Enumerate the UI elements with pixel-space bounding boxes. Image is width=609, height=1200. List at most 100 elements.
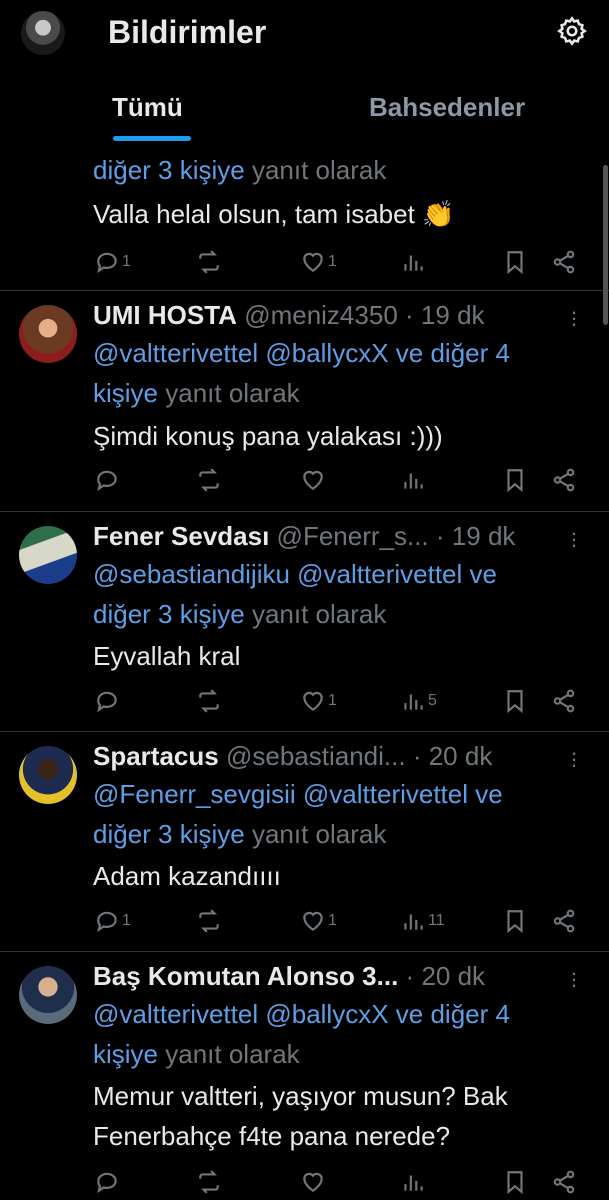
like-button[interactable]	[300, 467, 326, 493]
reply-button[interactable]	[94, 1169, 120, 1195]
reply-mentions-cont[interactable]: kişiye	[93, 1039, 158, 1069]
reply-context: @sebastiandijiku @valtterivettel ve diğe…	[93, 554, 593, 634]
retweet-button[interactable]	[196, 249, 222, 275]
reply-mentions[interactable]: @sebastiandijiku @valtterivettel ve	[93, 559, 497, 589]
author-name[interactable]: Spartacus	[93, 741, 219, 771]
tweet-actions: 1 5	[0, 688, 609, 716]
avatar[interactable]	[19, 966, 77, 1024]
avatar[interactable]	[19, 526, 77, 584]
author-handle[interactable]: @meniz4350	[244, 300, 398, 330]
tweet-actions: 1 1 11	[0, 908, 609, 936]
tweet-header: Spartacus @sebastiandi... · 20 dk	[93, 741, 493, 771]
retweet-icon	[199, 1170, 219, 1194]
bookmark-button[interactable]	[502, 467, 528, 493]
timestamp[interactable]: 20 dk	[429, 741, 493, 771]
share-button[interactable]	[551, 688, 577, 714]
reply-suffix: yanıt olarak	[165, 378, 300, 408]
reply-mentions[interactable]: diğer 3 kişiye	[93, 155, 245, 185]
scrollbar[interactable]	[603, 165, 608, 325]
notifications-feed: diğer 3 kişiye yanıt olarak Valla helal …	[0, 140, 609, 1200]
reply-icon	[97, 470, 117, 492]
more-icon[interactable]: · · ·	[568, 522, 580, 556]
heart-icon	[303, 252, 323, 272]
tab-all[interactable]: Tümü	[112, 92, 183, 123]
tweet-actions	[0, 467, 609, 495]
author-name[interactable]: UMI HOSTA	[93, 300, 237, 330]
reply-button[interactable]	[94, 467, 120, 493]
reply-mentions-cont[interactable]: kişiye	[93, 378, 158, 408]
reply-mentions[interactable]: @Fenerr_sevgisii @valtterivettel ve	[93, 779, 503, 809]
more-icon[interactable]: · · ·	[568, 962, 580, 996]
reply-suffix: yanıt olarak	[251, 819, 387, 849]
views-button[interactable]	[400, 249, 426, 275]
share-icon	[553, 1170, 575, 1194]
tweet-header: Fener Sevdası @Fenerr_s... · 19 dk	[93, 521, 516, 551]
reply-button[interactable]	[94, 688, 120, 714]
views-button[interactable]: 5	[400, 688, 437, 714]
reply-context: diğer 3 kişiye yanıt olarak	[93, 150, 593, 190]
reply-mentions[interactable]: @valtterivettel @ballycxX ve diğer 4	[93, 338, 510, 368]
more-icon[interactable]: · · ·	[568, 301, 580, 335]
reply-mentions-cont[interactable]: diğer 3 kişiye	[93, 599, 245, 629]
views-button[interactable]: 11	[400, 908, 445, 934]
tab-mentions[interactable]: Bahsedenler	[369, 92, 525, 123]
reply-button[interactable]: 1	[94, 908, 131, 934]
timestamp[interactable]: 20 dk	[421, 961, 485, 991]
tweet[interactable]: diğer 3 kişiye yanıt olarak Valla helal …	[0, 140, 609, 291]
avatar[interactable]	[19, 746, 77, 804]
share-button[interactable]	[551, 1169, 577, 1195]
tweet[interactable]: Spartacus @sebastiandi... · 20 dk · · · @F…	[0, 732, 609, 952]
like-button[interactable]	[300, 1169, 326, 1195]
heart-icon	[303, 911, 323, 931]
views-icon	[404, 255, 423, 271]
tweet-text-line2: Fenerbahçe f4te pana nerede?	[93, 1121, 451, 1151]
like-button[interactable]: 1	[300, 908, 337, 934]
author-handle[interactable]: @sebastiandi...	[226, 741, 406, 771]
tweet[interactable]: Baş Komutan Alonso 3... · 20 dk · · · @val…	[0, 952, 609, 1200]
bookmark-button[interactable]	[502, 688, 528, 714]
retweet-icon	[199, 468, 219, 492]
tweet[interactable]: UMI HOSTA @meniz4350 · 19 dk · · · @valtte…	[0, 291, 609, 512]
like-button[interactable]: 1	[300, 249, 337, 275]
tweet-text-line1: Memur valtteri, yaşıyor musun? Bak	[93, 1081, 508, 1111]
reply-button[interactable]: 1	[94, 249, 131, 275]
share-icon	[553, 909, 575, 933]
like-button[interactable]: 1	[300, 688, 337, 714]
views-icon	[404, 914, 423, 930]
author-name[interactable]: Fener Sevdası	[93, 521, 269, 551]
retweet-icon	[199, 250, 219, 274]
bookmark-button[interactable]	[502, 908, 528, 934]
retweet-icon	[199, 909, 219, 933]
views-button[interactable]	[400, 467, 426, 493]
share-button[interactable]	[551, 908, 577, 934]
retweet-button[interactable]	[196, 908, 222, 934]
tweet[interactable]: Fener Sevdası @Fenerr_s... · 19 dk · · · @…	[0, 512, 609, 732]
tweet-actions	[0, 1169, 609, 1197]
bookmark-button[interactable]	[502, 1169, 528, 1195]
page-title: Bildirimler	[108, 14, 267, 50]
author-handle[interactable]: @Fenerr_s...	[277, 521, 429, 551]
retweet-button[interactable]	[196, 1169, 222, 1195]
reply-mentions-cont[interactable]: diğer 3 kişiye	[93, 819, 245, 849]
author-name[interactable]: Baş Komutan Alonso 3...	[93, 961, 398, 991]
reply-count: 1	[122, 912, 131, 929]
reply-suffix: yanıt olarak	[251, 599, 387, 629]
reply-suffix: yanıt olarak	[251, 155, 387, 185]
reply-context: @valtterivettel @ballycxX ve diğer 4 kiş…	[93, 333, 593, 413]
share-button[interactable]	[551, 467, 577, 493]
share-icon	[553, 250, 575, 274]
timestamp[interactable]: 19 dk	[452, 521, 516, 551]
retweet-button[interactable]	[196, 467, 222, 493]
retweet-button[interactable]	[196, 688, 222, 714]
reply-mentions[interactable]: @valtterivettel @ballycxX ve diğer 4	[93, 999, 510, 1029]
tweet-text: Adam kazandıııı	[93, 861, 281, 891]
tweet-header: Baş Komutan Alonso 3... · 20 dk	[93, 961, 486, 991]
gear-icon[interactable]	[556, 15, 588, 47]
bookmark-button[interactable]	[502, 249, 528, 275]
more-icon[interactable]: · · ·	[568, 742, 580, 776]
avatar[interactable]	[19, 305, 77, 363]
share-button[interactable]	[551, 249, 577, 275]
profile-avatar[interactable]	[21, 11, 65, 55]
timestamp[interactable]: 19 dk	[421, 300, 485, 330]
views-button[interactable]	[400, 1169, 426, 1195]
